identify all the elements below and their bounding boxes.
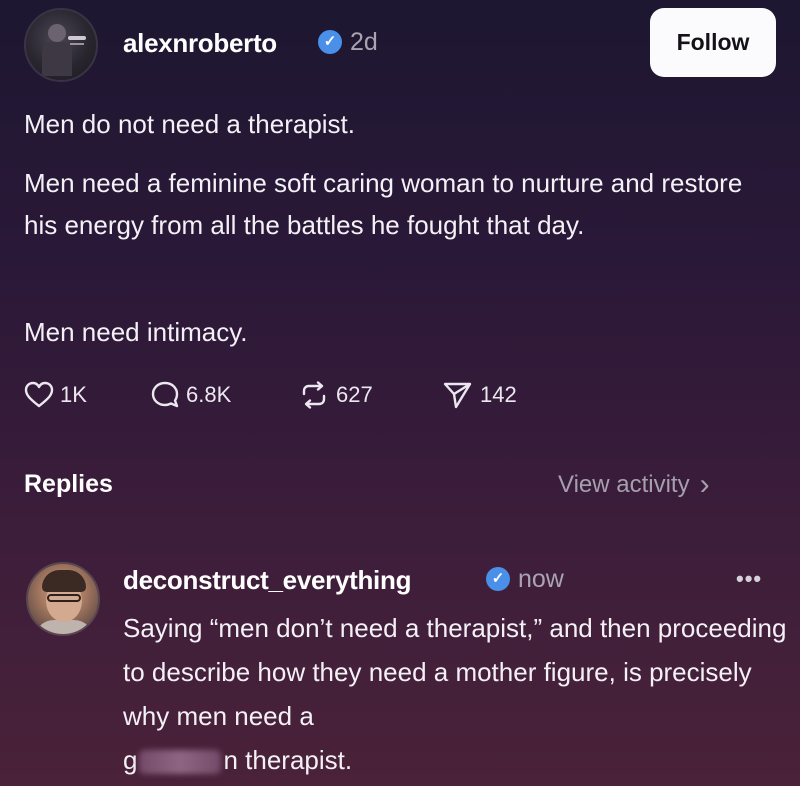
reply-timestamp: now bbox=[518, 565, 564, 593]
share-button[interactable]: 142 bbox=[442, 378, 517, 412]
share-count: 142 bbox=[480, 382, 517, 407]
reply-button[interactable]: 6.8K bbox=[150, 378, 231, 412]
avatar-glasses bbox=[47, 594, 81, 602]
reply-text-start: g bbox=[123, 745, 138, 775]
heart-icon bbox=[24, 381, 54, 409]
avatar-hair bbox=[42, 570, 86, 592]
avatar-logo-line bbox=[70, 43, 84, 45]
follow-button[interactable]: Follow bbox=[650, 8, 776, 77]
send-icon bbox=[442, 380, 474, 410]
avatar-shirt bbox=[34, 620, 94, 634]
avatar-head bbox=[48, 24, 66, 42]
view-activity-link[interactable]: View activity › bbox=[558, 468, 710, 501]
reply-body: Saying “men don’t need a therapist,” and… bbox=[123, 606, 793, 782]
chevron-right-icon: › bbox=[699, 468, 710, 501]
reply-username[interactable]: deconstruct_everything bbox=[123, 565, 411, 596]
author-username[interactable]: alexnroberto bbox=[123, 28, 277, 59]
post-timestamp: 2d bbox=[350, 28, 378, 56]
post-paragraph-3: Men need intimacy. bbox=[24, 317, 248, 347]
verified-badge-icon: ✓ bbox=[318, 30, 342, 54]
comment-bubble-icon bbox=[150, 380, 180, 410]
reply-avatar[interactable] bbox=[26, 562, 100, 636]
post-paragraph-1: Men do not need a therapist. bbox=[24, 109, 356, 139]
repost-count: 627 bbox=[336, 382, 373, 407]
verified-badge-icon: ✓ bbox=[486, 567, 510, 591]
reply-count: 6.8K bbox=[186, 382, 232, 407]
like-count: 1K bbox=[60, 382, 87, 407]
post-paragraph-2: Men need a feminine soft caring woman to… bbox=[24, 168, 743, 240]
more-options-icon[interactable]: ••• bbox=[736, 566, 762, 592]
avatar-logo bbox=[68, 36, 86, 40]
like-button[interactable]: 1K bbox=[24, 378, 87, 412]
reply-text-end: n therapist. bbox=[223, 745, 353, 775]
avatar-body bbox=[42, 42, 72, 76]
author-avatar[interactable] bbox=[24, 8, 98, 82]
view-activity-label: View activity bbox=[558, 471, 690, 498]
replies-heading: Replies bbox=[24, 470, 113, 498]
censored-word-mask bbox=[139, 750, 222, 775]
repost-button[interactable]: 627 bbox=[298, 378, 373, 412]
repost-icon bbox=[298, 380, 330, 410]
reply-text-main: Saying “men don’t need a therapist,” and… bbox=[123, 613, 787, 731]
